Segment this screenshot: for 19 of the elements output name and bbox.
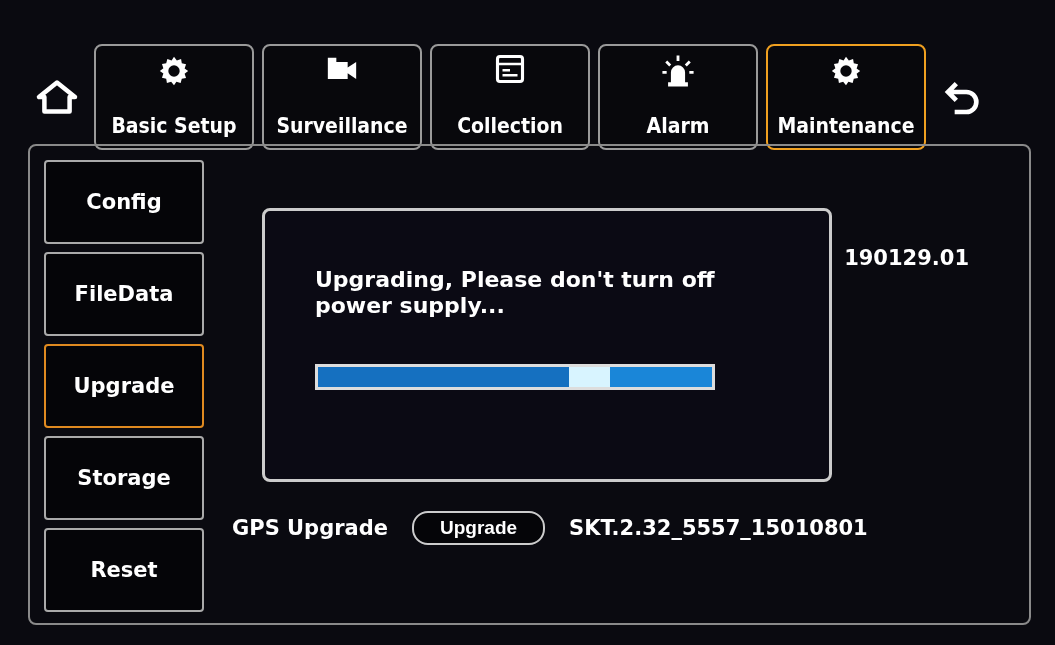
- menu-tab[interactable]: Surveillance: [262, 44, 422, 150]
- version-text: SKT.2.32_5557_15010801: [569, 516, 868, 540]
- menu-tab[interactable]: Basic Setup: [94, 44, 254, 150]
- version-text: 190129.01: [844, 246, 969, 270]
- sidebar-button[interactable]: Config: [44, 160, 204, 244]
- sidebar-button[interactable]: Upgrade: [44, 344, 204, 428]
- gear-icon: [157, 54, 191, 88]
- sidebar-button[interactable]: FileData: [44, 252, 204, 336]
- sidebar-button[interactable]: Storage: [44, 436, 204, 520]
- row-label: GPS Upgrade: [232, 516, 388, 540]
- sidebar-button[interactable]: Reset: [44, 528, 204, 612]
- upgrade-button[interactable]: Upgrade: [412, 511, 546, 545]
- menu-tab[interactable]: Collection: [430, 44, 590, 150]
- gear-icon: [829, 54, 863, 88]
- dialog-message: Upgrading, Please don't turn off power supply...: [315, 267, 716, 320]
- menu-tab[interactable]: Alarm: [598, 44, 758, 150]
- menu-tab[interactable]: Maintenance: [766, 44, 926, 150]
- window-icon: [495, 54, 525, 84]
- siren-icon: [660, 54, 696, 88]
